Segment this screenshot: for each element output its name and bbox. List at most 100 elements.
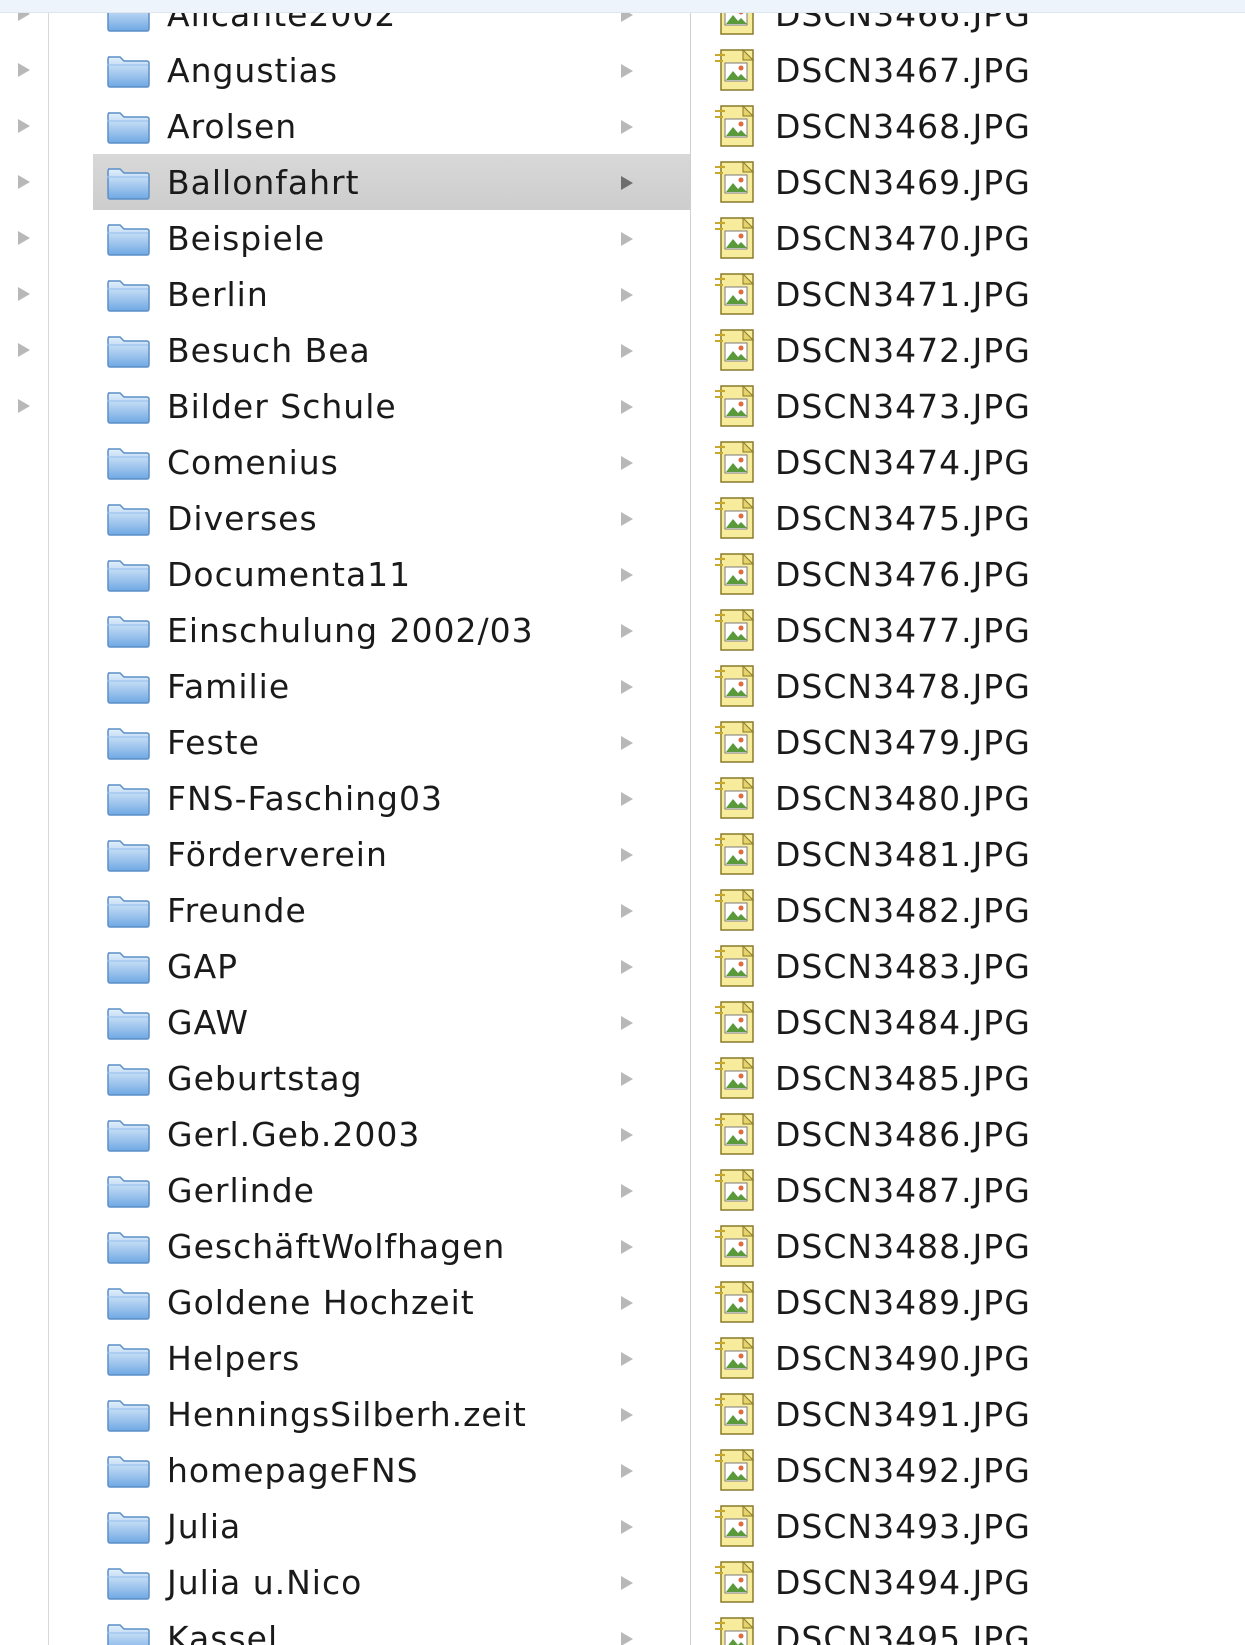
folder-row[interactable]: Documenta11: [49, 546, 690, 602]
file-row[interactable]: DSCN3488.JPG: [691, 1218, 1245, 1274]
disclosure-arrow-icon: [621, 960, 633, 974]
file-row[interactable]: DSCN3492.JPG: [691, 1442, 1245, 1498]
folder-row[interactable]: FNS-Fasching03: [49, 770, 690, 826]
jpeg-file-icon: [713, 215, 759, 261]
folder-row[interactable]: Julia u.Nico: [49, 1554, 690, 1610]
disclosure-arrow-icon: [621, 1464, 633, 1478]
folder-row[interactable]: Bilder Schule: [49, 378, 690, 434]
file-row[interactable]: DSCN3475.JPG: [691, 490, 1245, 546]
folder-row[interactable]: Gerl.Geb.2003: [49, 1106, 690, 1162]
folder-row[interactable]: Freunde: [49, 882, 690, 938]
file-row[interactable]: DSCN3472.JPG: [691, 322, 1245, 378]
folder-row[interactable]: HenningsSilberh.zeit: [49, 1386, 690, 1442]
file-row[interactable]: DSCN3470.JPG: [691, 210, 1245, 266]
disclosure-slot: [621, 399, 633, 418]
file-row[interactable]: DSCN3474.JPG: [691, 434, 1245, 490]
file-row[interactable]: DSCN3489.JPG: [691, 1274, 1245, 1330]
parent-column[interactable]: [0, 0, 49, 1645]
disclosure-arrow-icon: [621, 1352, 633, 1366]
folder-row[interactable]: Julia: [49, 1498, 690, 1554]
disclosure-slot: [621, 511, 633, 530]
disclosure-slot: [621, 903, 633, 922]
folder-row[interactable]: Comenius: [49, 434, 690, 490]
file-row[interactable]: DSCN3493.JPG: [691, 1498, 1245, 1554]
folder-row[interactable]: Diverses: [49, 490, 690, 546]
file-row[interactable]: DSCN3477.JPG: [691, 602, 1245, 658]
file-column[interactable]: DSCN3466.JPG DSCN3467.JPG DSCN3468.JPG D…: [691, 0, 1245, 1645]
folder-row[interactable]: Goldene Hochzeit: [49, 1274, 690, 1330]
folder-row[interactable]: GAW: [49, 994, 690, 1050]
file-label: DSCN3489.JPG: [775, 1282, 1031, 1322]
folder-row[interactable]: GAP: [49, 938, 690, 994]
jpeg-file-icon: [713, 327, 759, 373]
disclosure-slot: [621, 567, 633, 586]
file-row[interactable]: DSCN3487.JPG: [691, 1162, 1245, 1218]
parent-row[interactable]: [0, 210, 48, 266]
parent-row[interactable]: [0, 154, 48, 210]
parent-row[interactable]: [0, 266, 48, 322]
file-row[interactable]: DSCN3467.JPG: [691, 42, 1245, 98]
folder-row[interactable]: homepageFNS: [49, 1442, 690, 1498]
folder-label: Comenius: [167, 442, 339, 482]
file-row[interactable]: DSCN3478.JPG: [691, 658, 1245, 714]
file-row[interactable]: DSCN3468.JPG: [691, 98, 1245, 154]
folder-row[interactable]: Feste: [49, 714, 690, 770]
folder-row[interactable]: GeschäftWolfhagen: [49, 1218, 690, 1274]
folder-row[interactable]: Geburtstag: [49, 1050, 690, 1106]
file-row[interactable]: DSCN3469.JPG: [691, 154, 1245, 210]
folder-row[interactable]: Berlin: [49, 266, 690, 322]
folder-column[interactable]: Alicante2002 Angustias Arolsen Ballonfah…: [49, 0, 691, 1645]
file-row[interactable]: DSCN3495.JPG: [691, 1610, 1245, 1645]
parent-row[interactable]: [0, 322, 48, 378]
file-label: DSCN3476.JPG: [775, 554, 1031, 594]
jpeg-file-icon: [713, 887, 759, 933]
parent-row[interactable]: [0, 98, 48, 154]
folder-row[interactable]: Angustias: [49, 42, 690, 98]
jpeg-file-icon: [713, 999, 759, 1045]
file-row[interactable]: DSCN3476.JPG: [691, 546, 1245, 602]
disclosure-arrow-icon: [621, 232, 633, 246]
folder-row[interactable]: Familie: [49, 658, 690, 714]
folder-row[interactable]: Arolsen: [49, 98, 690, 154]
file-row[interactable]: DSCN3471.JPG: [691, 266, 1245, 322]
file-row[interactable]: DSCN3484.JPG: [691, 994, 1245, 1050]
folder-rows: Alicante2002 Angustias Arolsen Ballonfah…: [49, 0, 690, 1645]
file-row[interactable]: DSCN3480.JPG: [691, 770, 1245, 826]
disclosure-arrow-icon: [18, 63, 30, 77]
folder-label: Arolsen: [167, 106, 298, 146]
file-row[interactable]: DSCN3482.JPG: [691, 882, 1245, 938]
file-row[interactable]: DSCN3485.JPG: [691, 1050, 1245, 1106]
folder-icon: [105, 1283, 151, 1321]
window-top-edge: [0, 0, 1245, 13]
folder-label: Kassel: [167, 1618, 279, 1645]
folder-row[interactable]: Gerlinde: [49, 1162, 690, 1218]
file-row[interactable]: DSCN3481.JPG: [691, 826, 1245, 882]
file-label: DSCN3477.JPG: [775, 610, 1031, 650]
file-row[interactable]: DSCN3494.JPG: [691, 1554, 1245, 1610]
parent-row[interactable]: [0, 378, 48, 434]
disclosure-arrow-icon: [621, 848, 633, 862]
file-row[interactable]: DSCN3473.JPG: [691, 378, 1245, 434]
file-row[interactable]: DSCN3490.JPG: [691, 1330, 1245, 1386]
disclosure-slot: [621, 63, 633, 82]
disclosure-slot: [621, 1015, 633, 1034]
folder-icon: [105, 1451, 151, 1489]
file-label: DSCN3470.JPG: [775, 218, 1031, 258]
folder-row[interactable]: Förderverein: [49, 826, 690, 882]
folder-row[interactable]: Besuch Bea: [49, 322, 690, 378]
parent-row[interactable]: [0, 42, 48, 98]
file-row[interactable]: DSCN3479.JPG: [691, 714, 1245, 770]
disclosure-slot: [621, 623, 633, 642]
folder-label: GAW: [167, 1002, 249, 1042]
folder-row[interactable]: Helpers: [49, 1330, 690, 1386]
folder-row[interactable]: Kassel: [49, 1610, 690, 1645]
disclosure-slot: [621, 1407, 633, 1426]
folder-label: Berlin: [167, 274, 269, 314]
file-row[interactable]: DSCN3491.JPG: [691, 1386, 1245, 1442]
file-row[interactable]: DSCN3483.JPG: [691, 938, 1245, 994]
folder-row-selected[interactable]: Ballonfahrt: [93, 154, 690, 210]
folder-label: Familie: [167, 666, 291, 706]
file-row[interactable]: DSCN3486.JPG: [691, 1106, 1245, 1162]
folder-row[interactable]: Beispiele: [49, 210, 690, 266]
folder-row[interactable]: Einschulung 2002/03: [49, 602, 690, 658]
